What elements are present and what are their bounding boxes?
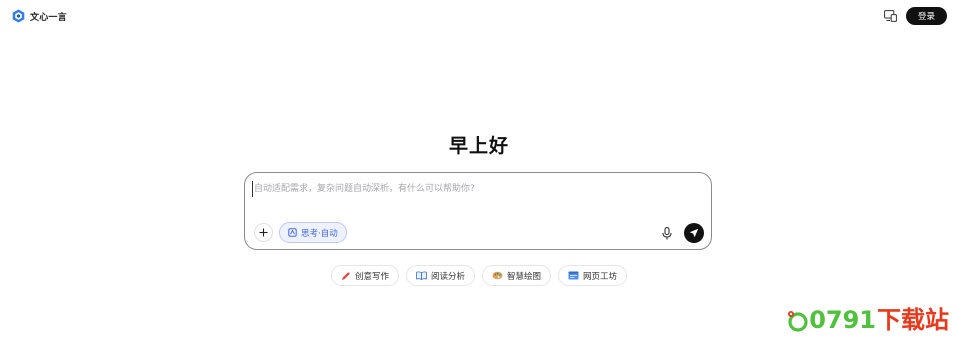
app-name: 文心一言 <box>30 12 67 23</box>
header-actions: 登录 <box>884 7 947 25</box>
wenxin-logo-icon <box>12 9 25 23</box>
watermark-logo-icon <box>786 308 808 332</box>
think-mode-toggle[interactable]: 思考·自动 <box>279 222 347 243</box>
watermark-text: 下载站 <box>877 306 949 334</box>
chat-input-box: 思考·自动 <box>244 172 712 250</box>
app-logo[interactable]: 文心一言 <box>12 8 67 24</box>
quick-actions: 创意写作 阅读分析 智慧绘图 网页工坊 <box>0 265 958 286</box>
book-icon <box>416 271 427 280</box>
webpage-icon <box>568 271 579 280</box>
login-button[interactable]: 登录 <box>906 7 947 25</box>
greeting-title: 早上好 <box>448 135 509 157</box>
quick-action-label: 智慧绘图 <box>507 271 542 282</box>
plus-icon <box>259 228 268 237</box>
microphone-icon <box>662 226 672 239</box>
think-icon <box>288 228 297 237</box>
send-button[interactable] <box>684 223 704 243</box>
device-switch-icon[interactable] <box>884 10 897 22</box>
think-mode-label: 思考·自动 <box>301 228 338 239</box>
quick-action-reading-analysis[interactable]: 阅读分析 <box>405 265 475 286</box>
quick-action-label: 创意写作 <box>354 271 389 282</box>
palette-icon <box>492 271 503 280</box>
add-attachment-button[interactable] <box>254 223 273 242</box>
quick-action-web-workshop[interactable]: 网页工坊 <box>558 265 628 286</box>
watermark-number: 0791 <box>809 306 876 334</box>
quick-action-label: 阅读分析 <box>430 271 465 282</box>
pencil-icon <box>341 271 351 280</box>
voice-input-button[interactable] <box>660 225 674 241</box>
site-watermark: 0791 下载站 <box>786 308 949 332</box>
quick-action-smart-drawing[interactable]: 智慧绘图 <box>482 265 552 286</box>
quick-action-label: 网页工坊 <box>583 271 618 282</box>
send-icon <box>689 228 699 238</box>
chat-input[interactable] <box>252 181 694 197</box>
quick-action-creative-writing[interactable]: 创意写作 <box>330 265 399 286</box>
